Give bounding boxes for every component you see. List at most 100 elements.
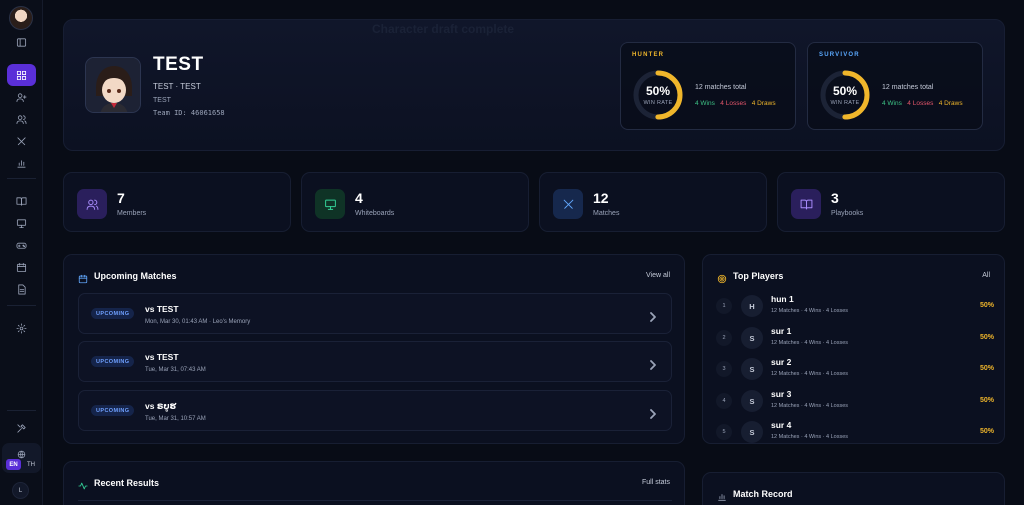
win-rate-ring: 50% WIN RATE: [819, 69, 871, 121]
all-link[interactable]: All: [982, 272, 990, 279]
settings-icon[interactable]: [7, 317, 36, 339]
player-rank: 1: [716, 298, 732, 314]
wins-count: 4 Wins: [882, 100, 902, 107]
player-win-rate: 50%: [979, 365, 994, 372]
sidebar-divider: [7, 410, 36, 411]
match-row[interactable]: UPCOMING vs TEST Tue, Mar 31, 07:43 AM: [78, 341, 672, 382]
chevron-right-icon: [649, 357, 657, 370]
lang-en-button[interactable]: EN: [6, 459, 21, 470]
book-icon: [791, 189, 821, 219]
globe-icon: [17, 446, 26, 459]
add-user-icon[interactable]: [7, 86, 36, 108]
bar-chart-icon: [717, 489, 727, 501]
player-row[interactable]: 4 S sur 3 12 Matches · 4 Wins · 4 Losses…: [715, 387, 995, 415]
player-win-rate: 50%: [979, 428, 994, 435]
stat-card-members[interactable]: 7 Members: [63, 172, 291, 232]
panel-title: Recent Results: [94, 478, 160, 488]
book-icon[interactable]: [7, 190, 36, 212]
draws-count: 4 Draws: [751, 100, 776, 107]
role-title: HUNTER: [632, 52, 665, 58]
activity-icon: [78, 478, 88, 490]
player-avatar: S: [741, 358, 763, 380]
player-rank: 2: [716, 330, 732, 346]
stat-label: Matches: [593, 210, 620, 217]
team-tag: TEST: [153, 97, 171, 104]
win-rate-value: 50%: [645, 84, 671, 98]
status-badge: UPCOMING: [91, 308, 135, 319]
survivor-card: SURVIVOR 50% WIN RATE 12 matches total 4…: [807, 42, 983, 130]
panel-title: Top Players: [733, 271, 784, 281]
stat-card-matches[interactable]: 12 Matches: [539, 172, 767, 232]
player-win-rate: 50%: [979, 302, 994, 309]
player-avatar: S: [741, 390, 763, 412]
matches-total: 12 matches total: [695, 84, 747, 91]
full-stats-link[interactable]: Full stats: [642, 479, 670, 486]
user-avatar[interactable]: L: [12, 482, 29, 499]
divider: [78, 500, 672, 501]
player-avatar: S: [741, 327, 763, 349]
dashboard-icon[interactable]: [7, 64, 36, 86]
status-badge: UPCOMING: [91, 356, 135, 367]
sidebar-divider: [7, 305, 36, 306]
users-icon[interactable]: [7, 108, 36, 130]
player-name: sur 1: [771, 326, 792, 336]
top-players-panel: Top Players All 1 H hun 1 12 Matches · 4…: [702, 254, 1005, 444]
stat-card-playbooks[interactable]: 3 Playbooks: [777, 172, 1005, 232]
chevron-right-icon: [649, 309, 657, 322]
match-meta: Tue, Mar 31, 10:57 AM: [145, 416, 206, 422]
whiteboard-icon: [315, 189, 345, 219]
match-title: vs TEST: [145, 304, 179, 314]
player-meta: 12 Matches · 4 Wins · 4 Losses: [771, 308, 849, 314]
stat-value: 7: [117, 190, 125, 206]
matches-total: 12 matches total: [882, 84, 934, 91]
player-row[interactable]: 5 S sur 4 12 Matches · 4 Wins · 4 Losses…: [715, 418, 995, 446]
panel-title: Upcoming Matches: [94, 271, 177, 281]
team-name: TEST: [153, 54, 204, 75]
match-record-panel: Match Record: [702, 472, 1005, 505]
whiteboard-icon[interactable]: [7, 212, 36, 234]
tools-icon[interactable]: [7, 417, 36, 439]
draws-count: 4 Draws: [938, 100, 963, 107]
player-avatar: H: [741, 295, 763, 317]
background-ghost-text: Character draft complete: [372, 22, 515, 36]
team-logo: [85, 57, 141, 113]
wld-stats: 4 Wins 4 Losses 4 Draws: [882, 100, 963, 107]
player-name: sur 3: [771, 389, 792, 399]
team-id: Team ID: 46061658: [153, 109, 225, 117]
stat-value: 12: [593, 190, 609, 206]
panel-title: Match Record: [733, 489, 793, 499]
player-row[interactable]: 2 S sur 1 12 Matches · 4 Wins · 4 Losses…: [715, 324, 995, 352]
lang-th-button[interactable]: TH: [24, 459, 38, 470]
team-avatar[interactable]: [9, 6, 33, 30]
bar-chart-icon[interactable]: [7, 152, 36, 174]
stat-card-whiteboards[interactable]: 4 Whiteboards: [301, 172, 529, 232]
match-title: vs TEST: [145, 352, 179, 362]
view-all-link[interactable]: View all: [646, 272, 670, 279]
team-subtitle: TEST · TEST: [153, 82, 201, 91]
player-row[interactable]: 3 S sur 2 12 Matches · 4 Wins · 4 Losses…: [715, 355, 995, 383]
stat-label: Members: [117, 210, 147, 217]
calendar-icon: [78, 271, 88, 284]
player-row[interactable]: 1 H hun 1 12 Matches · 4 Wins · 4 Losses…: [715, 292, 995, 320]
target-icon: [717, 271, 727, 284]
player-win-rate: 50%: [979, 334, 994, 341]
player-rank: 4: [716, 393, 732, 409]
player-meta: 12 Matches · 4 Wins · 4 Losses: [771, 340, 849, 346]
match-row[interactable]: UPCOMING vs TEST Mon, Mar 30, 01:43 AM ·…: [78, 293, 672, 334]
sidebar-toggle-icon[interactable]: [7, 31, 36, 53]
match-row[interactable]: UPCOMING vs ຣບູຮ Tue, Mar 31, 10:57 AM: [78, 390, 672, 431]
swords-icon[interactable]: [7, 130, 36, 152]
win-rate-ring: 50% WIN RATE: [632, 69, 684, 121]
gamepad-icon[interactable]: [7, 234, 36, 256]
calendar-icon[interactable]: [7, 256, 36, 278]
losses-count: 4 Losses: [907, 100, 934, 107]
recent-results-panel: Recent Results Full stats: [63, 461, 685, 505]
role-title: SURVIVOR: [819, 52, 860, 58]
player-name: sur 4: [771, 420, 792, 430]
chevron-right-icon: [649, 406, 657, 419]
match-meta: Mon, Mar 30, 01:43 AM · Leo's Memory: [145, 319, 251, 325]
document-icon[interactable]: [7, 278, 36, 300]
player-name: hun 1: [771, 294, 794, 304]
player-meta: 12 Matches · 4 Wins · 4 Losses: [771, 371, 849, 377]
match-meta: Tue, Mar 31, 07:43 AM: [145, 367, 206, 373]
